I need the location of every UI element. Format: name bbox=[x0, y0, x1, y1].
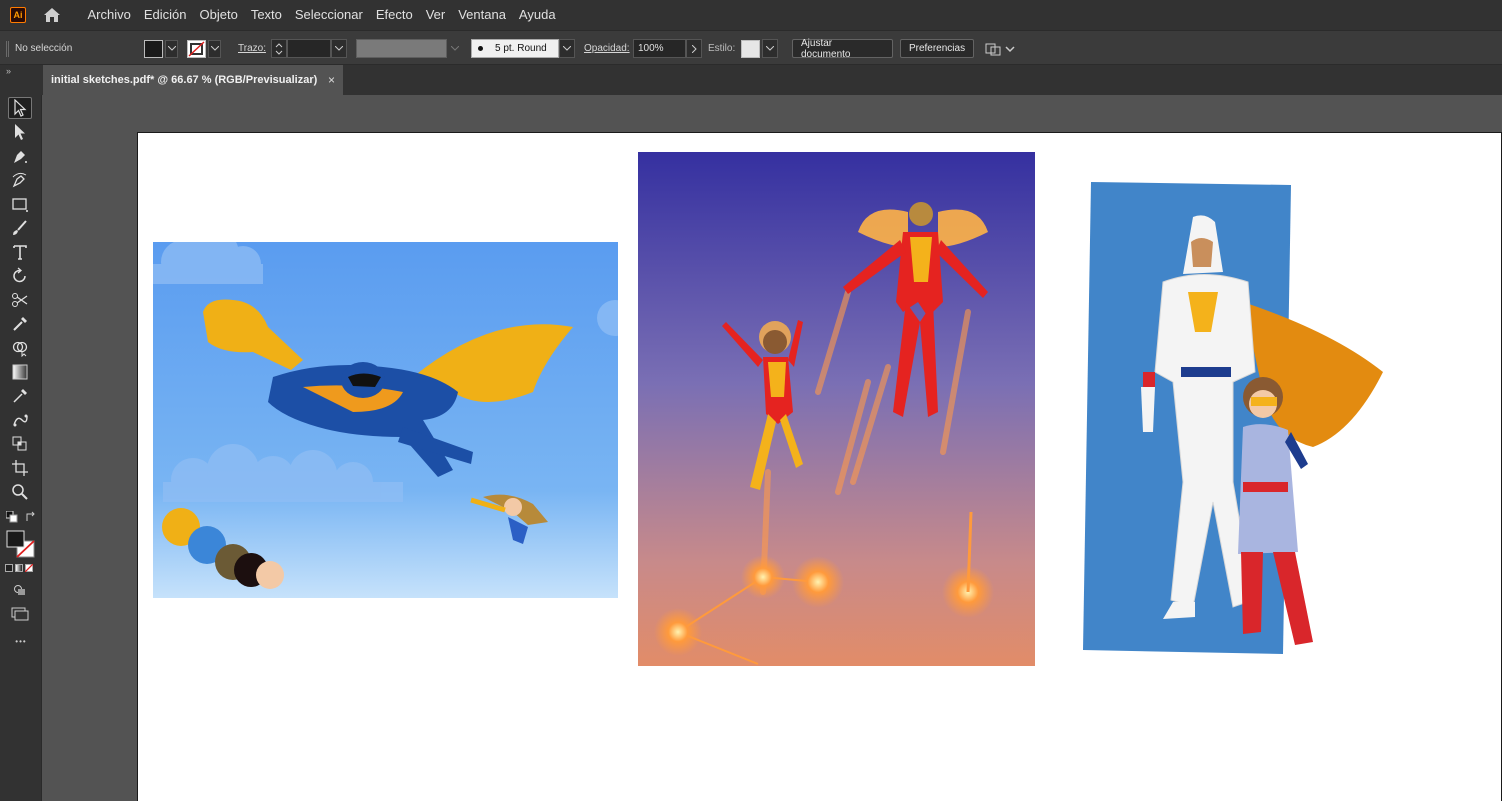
home-icon[interactable] bbox=[41, 5, 63, 25]
artwork-fire-heroes[interactable] bbox=[638, 152, 1035, 666]
graphic-style-swatch[interactable] bbox=[741, 39, 760, 58]
variable-width-profile[interactable] bbox=[356, 39, 447, 58]
direct-selection-tool-icon[interactable] bbox=[8, 121, 32, 143]
stroke-swatch-none-icon[interactable] bbox=[187, 39, 206, 58]
opacity-chevron-right-icon[interactable] bbox=[686, 39, 702, 58]
shape-builder-tool-icon[interactable] bbox=[8, 337, 32, 359]
artwork-flying-heroes[interactable] bbox=[153, 242, 618, 598]
adjust-document-button[interactable]: Ajustar documento bbox=[792, 38, 893, 60]
brush-definition-value: 5 pt. Round bbox=[495, 43, 547, 54]
grip-handle[interactable] bbox=[6, 31, 9, 66]
brush-chevron-icon[interactable] bbox=[559, 39, 575, 58]
opacity-input[interactable]: 100% bbox=[633, 39, 686, 58]
rotate-tool-icon[interactable] bbox=[8, 265, 32, 287]
stroke-weight-stepper[interactable] bbox=[271, 39, 287, 58]
arrange-documents-icon[interactable] bbox=[984, 31, 1016, 66]
scissors-tool-icon[interactable] bbox=[8, 289, 32, 311]
menu-bar: Ai Archivo Edición Objeto Texto Seleccio… bbox=[0, 0, 1502, 30]
fill-swatch[interactable] bbox=[144, 39, 163, 58]
style-label: Estilo: bbox=[708, 43, 736, 54]
paintbrush-tool-icon[interactable] bbox=[8, 217, 32, 239]
stroke-label: Trazo: bbox=[238, 43, 266, 54]
document-tab-bar: initial sketches.pdf* @ 66.67 % (RGB/Pre… bbox=[42, 65, 1502, 95]
menu-texto[interactable]: Texto bbox=[244, 0, 288, 30]
menu-ayuda[interactable]: Ayuda bbox=[512, 0, 562, 30]
zoom-tool-icon[interactable] bbox=[8, 481, 32, 503]
type-tool-icon[interactable] bbox=[8, 241, 32, 263]
palette-swatch bbox=[256, 561, 284, 589]
draw-mode-icon[interactable] bbox=[8, 579, 32, 601]
color-mode-buttons bbox=[5, 564, 37, 574]
menu-ver[interactable]: Ver bbox=[419, 0, 452, 30]
menu-objeto[interactable]: Objeto bbox=[193, 0, 244, 30]
stroke-weight-chevron-icon[interactable] bbox=[331, 39, 347, 58]
document-tab[interactable]: initial sketches.pdf* @ 66.67 % (RGB/Pre… bbox=[43, 65, 343, 95]
eyedropper-tool-2-icon[interactable] bbox=[8, 385, 32, 407]
artwork-hero-duo[interactable] bbox=[1083, 182, 1388, 657]
collapse-toolbar-icon[interactable]: » bbox=[6, 66, 11, 76]
curvature-tool-icon[interactable] bbox=[8, 169, 32, 191]
brush-dot-icon bbox=[478, 46, 483, 51]
selection-status: No selección bbox=[15, 43, 73, 54]
none-mode-icon[interactable] bbox=[25, 564, 33, 572]
screen-mode-icon[interactable] bbox=[8, 603, 32, 625]
menu-edicion[interactable]: Edición bbox=[137, 0, 193, 30]
swap-colors-icon[interactable] bbox=[25, 510, 37, 522]
tools-panel: ••• bbox=[0, 95, 42, 801]
document-tab-title: initial sketches.pdf* @ 66.67 % (RGB/Pre… bbox=[51, 74, 318, 86]
opacity-label: Opacidad: bbox=[584, 43, 630, 54]
stroke-dropdown-chevron-icon[interactable] bbox=[208, 39, 221, 58]
preferences-button[interactable]: Preferencias bbox=[900, 39, 974, 58]
gradient-mode-icon[interactable] bbox=[15, 564, 23, 572]
illustrator-logo-icon[interactable]: Ai bbox=[10, 7, 26, 23]
style-chevron-icon[interactable] bbox=[762, 39, 778, 58]
menu-efecto[interactable]: Efecto bbox=[369, 0, 419, 30]
puppet-warp-tool-icon[interactable] bbox=[8, 409, 32, 431]
brush-definition-select[interactable]: 5 pt. Round bbox=[471, 39, 559, 58]
fill-dropdown-chevron-icon[interactable] bbox=[165, 39, 178, 58]
color-mode-icon[interactable] bbox=[5, 564, 13, 572]
close-tab-icon[interactable]: × bbox=[328, 73, 335, 87]
rectangle-tool-icon[interactable] bbox=[8, 193, 32, 215]
fill-stroke-widget[interactable] bbox=[5, 529, 37, 559]
default-colors-icon[interactable] bbox=[5, 510, 18, 523]
toolbar-header: » bbox=[0, 65, 42, 95]
eyedropper-tool-icon[interactable] bbox=[8, 313, 32, 335]
artboard-tool-icon[interactable] bbox=[8, 457, 32, 479]
menu-seleccionar[interactable]: Seleccionar bbox=[288, 0, 369, 30]
control-bar: No selección Trazo: 5 pt. Round Opacidad… bbox=[0, 30, 1502, 65]
pen-tool-icon[interactable] bbox=[8, 145, 32, 167]
profile-chevron-icon[interactable] bbox=[447, 39, 463, 58]
edit-toolbar-more-icon[interactable]: ••• bbox=[0, 637, 42, 646]
live-paint-tool-icon[interactable] bbox=[8, 433, 32, 455]
canvas-area[interactable] bbox=[42, 95, 1502, 801]
stroke-weight-input[interactable] bbox=[287, 39, 331, 58]
artboard[interactable] bbox=[137, 132, 1502, 801]
menu-archivo[interactable]: Archivo bbox=[81, 0, 137, 30]
selection-tool-icon[interactable] bbox=[8, 97, 32, 119]
menu-ventana[interactable]: Ventana bbox=[452, 0, 513, 30]
gradient-tool-icon[interactable] bbox=[8, 361, 32, 383]
